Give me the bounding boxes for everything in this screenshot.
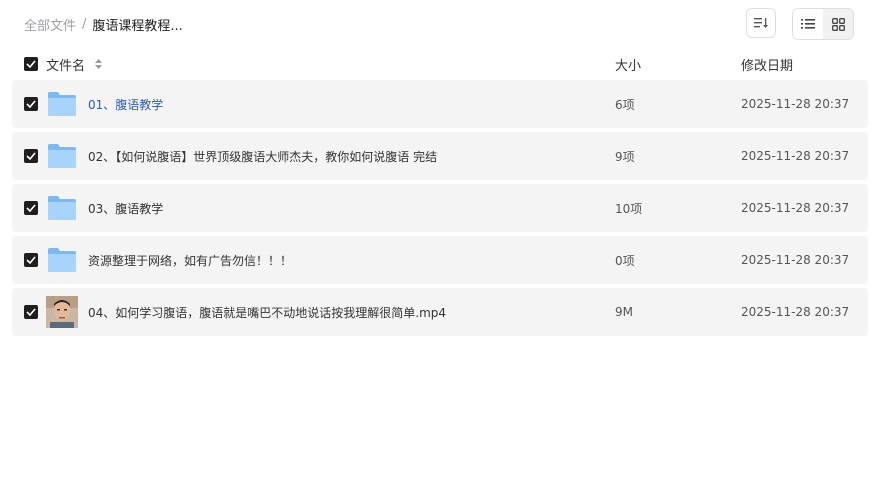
grid-view-icon [831, 17, 845, 31]
table-row[interactable]: 04、如何学习腹语，腹语就是嘴巴不动地说话按我理解很简单.mp4 9M 2025… [12, 288, 868, 336]
file-name[interactable]: 资源整理于网络，如有广告勿信！！！ [88, 252, 292, 269]
file-date: 2025-11-28 20:37 [741, 149, 850, 163]
file-date: 2025-11-28 20:37 [741, 305, 850, 319]
file-name[interactable]: 03、腹语教学 [88, 200, 163, 217]
folder-icon [48, 92, 76, 116]
file-size: 9项 [615, 149, 635, 164]
header-size-label: 大小 [615, 58, 642, 74]
check-icon [26, 204, 36, 212]
table-row[interactable]: 01、腹语教学 6项 2025-11-28 20:37 [12, 80, 868, 128]
table-header: 文件名 大小 修改日期 [24, 52, 866, 76]
file-date: 2025-11-28 20:37 [741, 253, 850, 267]
file-date: 2025-11-28 20:37 [741, 97, 850, 111]
file-size: 6项 [615, 97, 635, 112]
header-date-label: 修改日期 [741, 58, 794, 74]
table-row[interactable]: 资源整理于网络，如有广告勿信！！！ 0项 2025-11-28 20:37 [12, 236, 868, 284]
file-name[interactable]: 01、腹语教学 [88, 96, 163, 113]
folder-icon [48, 248, 76, 272]
row-checkbox[interactable] [24, 253, 38, 267]
breadcrumb: 全部文件 / 腹语课程教程... [24, 15, 183, 34]
file-size: 0项 [615, 253, 635, 268]
file-name[interactable]: 02、【如何说腹语】世界顶级腹语大师杰夫，教你如何说腹语 完结 [88, 148, 437, 165]
file-name[interactable]: 04、如何学习腹语，腹语就是嘴巴不动地说话按我理解很简单.mp4 [88, 304, 446, 321]
toolbar [746, 8, 854, 40]
file-date: 2025-11-28 20:37 [741, 201, 850, 215]
sort-button[interactable] [746, 8, 776, 38]
folder-icon [48, 144, 76, 168]
list-view-icon [801, 19, 815, 29]
header-name-label[interactable]: 文件名 [46, 55, 85, 74]
row-checkbox[interactable] [24, 149, 38, 163]
video-thumbnail [46, 296, 78, 328]
row-checkbox[interactable] [24, 201, 38, 215]
folder-icon [48, 196, 76, 220]
table-row[interactable]: 02、【如何说腹语】世界顶级腹语大师杰夫，教你如何说腹语 完结 9项 2025-… [12, 132, 868, 180]
check-icon [26, 60, 36, 68]
view-switch [792, 8, 854, 40]
grid-view-button[interactable] [823, 9, 853, 39]
select-all-checkbox[interactable] [24, 57, 38, 71]
check-icon [26, 256, 36, 264]
breadcrumb-separator: / [82, 17, 87, 32]
sort-lines-icon [754, 18, 768, 28]
breadcrumb-root[interactable]: 全部文件 [24, 15, 76, 34]
table-row[interactable]: 03、腹语教学 10项 2025-11-28 20:37 [12, 184, 868, 232]
sort-toggle-icon[interactable] [95, 59, 103, 69]
row-checkbox[interactable] [24, 305, 38, 319]
file-size: 10项 [615, 201, 643, 216]
check-icon [26, 308, 36, 316]
row-checkbox[interactable] [24, 97, 38, 111]
file-list: 01、腹语教学 6项 2025-11-28 20:37 02、【如何说腹语】世界… [12, 80, 868, 340]
list-view-button[interactable] [793, 9, 823, 39]
breadcrumb-current: 腹语课程教程... [92, 19, 183, 34]
check-icon [26, 152, 36, 160]
file-size: 9M [615, 305, 633, 319]
check-icon [26, 100, 36, 108]
header-name-column: 文件名 [24, 55, 103, 74]
